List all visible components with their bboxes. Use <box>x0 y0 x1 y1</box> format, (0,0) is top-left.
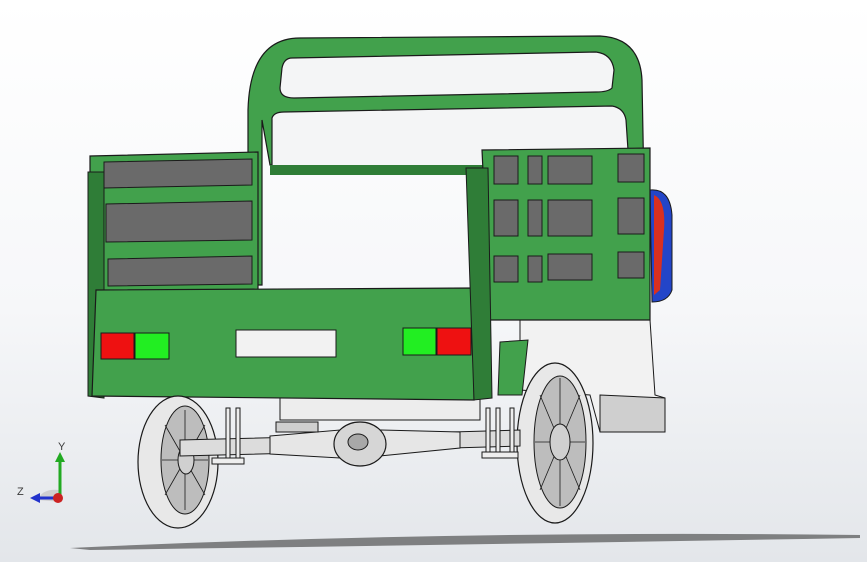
side-fender-part[interactable] <box>649 189 673 303</box>
triad-z-label: Z <box>17 486 24 498</box>
right-bed-side[interactable] <box>481 147 651 321</box>
tail-light-left-red <box>100 332 135 360</box>
cad-model-scene[interactable] <box>0 0 867 562</box>
right-rear-wheel[interactable] <box>516 362 594 524</box>
left-rear-wheel[interactable] <box>137 395 219 529</box>
tail-light-left-green <box>134 332 170 360</box>
ground-shadow <box>70 533 860 550</box>
cab-window-top <box>279 51 615 99</box>
license-plate <box>235 329 337 358</box>
tail-light-right-green <box>402 327 437 356</box>
triad-graphic <box>30 452 65 503</box>
triad-y-label: Y <box>58 441 66 453</box>
cad-viewport[interactable]: Y Z <box>0 0 867 562</box>
tail-light-right-red <box>436 327 472 356</box>
